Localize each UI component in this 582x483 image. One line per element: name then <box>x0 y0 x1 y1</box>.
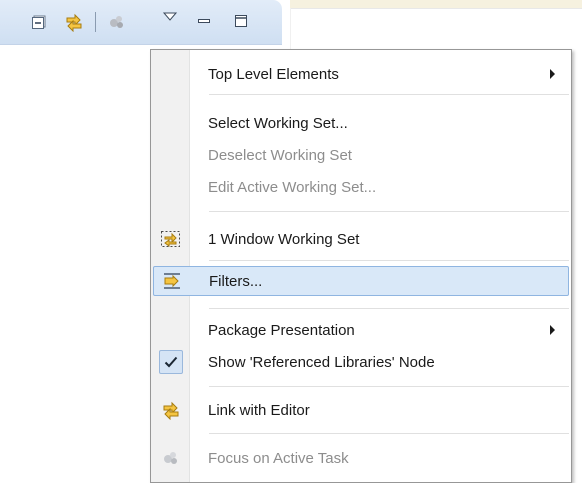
collapse-all-icon[interactable] <box>30 13 48 31</box>
toolbar-separator <box>95 12 96 32</box>
menu-item-deselect-working-set[interactable]: Deselect Working Set <box>153 140 569 170</box>
empty-icon-slot <box>153 108 189 138</box>
view-menu-icon[interactable] <box>162 10 178 24</box>
menu-item-package-presentation[interactable]: Package Presentation <box>153 315 569 345</box>
menu-item-edit-active-working-set[interactable]: Edit Active Working Set... <box>153 172 569 202</box>
link-with-editor-icon <box>153 395 189 425</box>
menu-item-window-working-set[interactable]: 1 Window Working Set <box>153 224 569 254</box>
view-toolbar <box>0 0 282 45</box>
menu-item-label: 1 Window Working Set <box>208 230 360 248</box>
menu-item-label: Focus on Active Task <box>208 449 349 467</box>
empty-icon-slot <box>153 315 189 345</box>
minimize-icon[interactable] <box>196 13 212 29</box>
menu-item-show-referenced-libraries[interactable]: Show 'Referenced Libraries' Node <box>153 347 569 377</box>
editor-area-top <box>290 0 582 8</box>
menu-item-link-with-editor[interactable]: Link with Editor <box>153 395 569 425</box>
empty-icon-slot <box>153 59 189 89</box>
maximize-icon[interactable] <box>233 13 249 29</box>
menu-separator <box>209 433 569 434</box>
menu-separator <box>209 308 569 309</box>
menu-item-focus-on-active-task[interactable]: Focus on Active Task <box>153 443 569 473</box>
menu-item-label: Package Presentation <box>208 321 355 339</box>
submenu-arrow-icon <box>550 69 555 79</box>
check-icon <box>159 350 183 374</box>
menu-item-label: Deselect Working Set <box>208 146 352 164</box>
toolbar-gap <box>282 0 290 44</box>
empty-icon-slot <box>153 172 189 202</box>
menu-item-label: Filters... <box>209 272 263 290</box>
focus-task-icon[interactable] <box>107 13 127 31</box>
check-slot <box>153 347 189 377</box>
filters-icon <box>154 266 190 296</box>
menu-separator <box>209 211 569 212</box>
menu-item-label: Link with Editor <box>208 401 310 419</box>
window-working-set-icon <box>153 224 189 254</box>
menu-item-filters[interactable]: Filters... <box>153 266 569 296</box>
menu-item-select-working-set[interactable]: Select Working Set... <box>153 108 569 138</box>
menu-item-label: Edit Active Working Set... <box>208 178 377 196</box>
menu-item-label: Show 'Referenced Libraries' Node <box>208 353 435 371</box>
focus-task-icon <box>153 443 189 473</box>
submenu-arrow-icon <box>550 325 555 335</box>
link-with-editor-icon[interactable] <box>63 11 85 33</box>
view-menu-popup: Top Level Elements Select Working Set...… <box>150 49 572 483</box>
menu-item-label: Select Working Set... <box>208 114 348 132</box>
menu-separator <box>209 94 569 95</box>
empty-icon-slot <box>153 140 189 170</box>
menu-item-label: Top Level Elements <box>208 65 339 83</box>
menu-item-top-level-elements[interactable]: Top Level Elements <box>153 59 569 89</box>
menu-separator <box>209 260 569 261</box>
menu-separator <box>209 386 569 387</box>
